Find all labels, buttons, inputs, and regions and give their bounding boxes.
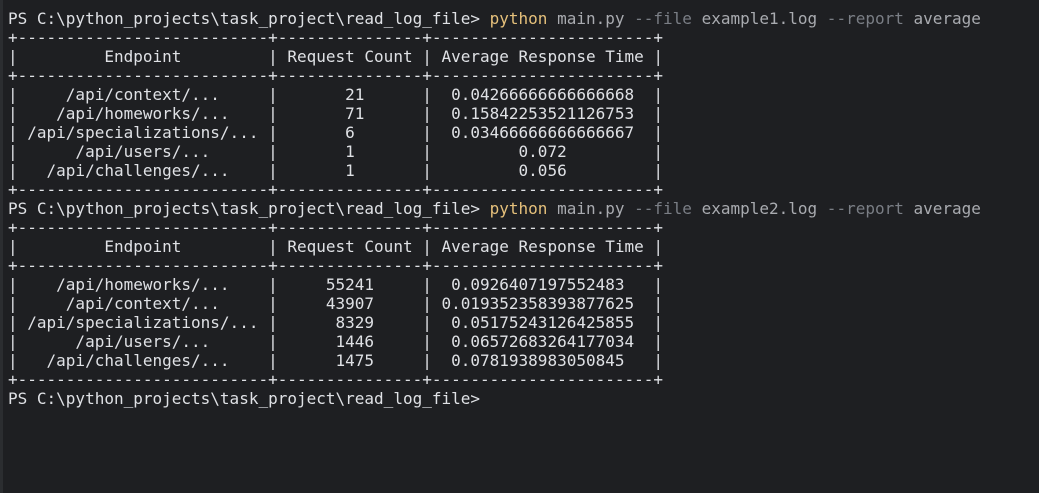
final-prompt-text: PS C:\python_projects\task_project\read_… xyxy=(8,389,481,408)
command-line-2: PS C:\python_projects\task_project\read_… xyxy=(8,199,1039,218)
table-row: | /api/users/... | 1446 | 0.065726832641… xyxy=(8,332,664,351)
file-value: example1.log xyxy=(691,9,818,28)
flag-report: --report xyxy=(817,9,904,28)
table-row: | /api/challenges/... | 1 | 0.056 | xyxy=(8,161,664,180)
terminal-window[interactable]: PS C:\python_projects\task_project\read_… xyxy=(0,0,1039,493)
report-value: average xyxy=(903,199,981,218)
table-border-top: +--------------------------+------------… xyxy=(8,28,664,47)
report-value: average xyxy=(903,9,981,28)
command-line-1: PS C:\python_projects\task_project\read_… xyxy=(8,9,1039,28)
table-row: | /api/specializations/... | 6 | 0.03466… xyxy=(8,123,664,142)
table-header-row: | Endpoint | Request Count | Average Res… xyxy=(8,47,664,66)
table-border-bottom: +--------------------------+------------… xyxy=(8,370,664,389)
table-row: | /api/specializations/... | 8329 | 0.05… xyxy=(8,313,664,332)
table-row: | /api/users/... | 1 | 0.072 | xyxy=(8,142,664,161)
table-row: | /api/homeworks/... | 71 | 0.1584225352… xyxy=(8,104,664,123)
flag-file: --file xyxy=(624,9,692,28)
command-python: python xyxy=(489,9,548,28)
table-border-top: +--------------------------+------------… xyxy=(8,218,664,237)
table-border-header: +--------------------------+------------… xyxy=(8,66,664,85)
table-row: | /api/homeworks/... | 55241 | 0.0926407… xyxy=(8,275,664,294)
table-border-bottom: +--------------------------+------------… xyxy=(8,180,664,199)
table-row: | /api/context/... | 21 | 0.042666666666… xyxy=(8,85,664,104)
flag-file: --file xyxy=(624,199,692,218)
table-row: | /api/context/... | 43907 | 0.019352358… xyxy=(8,294,664,313)
prompt-text: PS C:\python_projects\task_project\read_… xyxy=(8,9,490,28)
table-row: | /api/challenges/... | 1475 | 0.0781938… xyxy=(8,351,664,370)
flag-report: --report xyxy=(817,199,904,218)
command-script: main.py xyxy=(547,199,625,218)
command-script: main.py xyxy=(547,9,625,28)
command-input-line[interactable]: PS C:\python_projects\task_project\read_… xyxy=(8,389,1039,408)
command-python: python xyxy=(489,199,548,218)
terminal-left-edge xyxy=(0,0,3,493)
table-header-row: | Endpoint | Request Count | Average Res… xyxy=(8,237,664,256)
file-value: example2.log xyxy=(691,199,818,218)
table-border-header: +--------------------------+------------… xyxy=(8,256,664,275)
prompt-text: PS C:\python_projects\task_project\read_… xyxy=(8,199,490,218)
